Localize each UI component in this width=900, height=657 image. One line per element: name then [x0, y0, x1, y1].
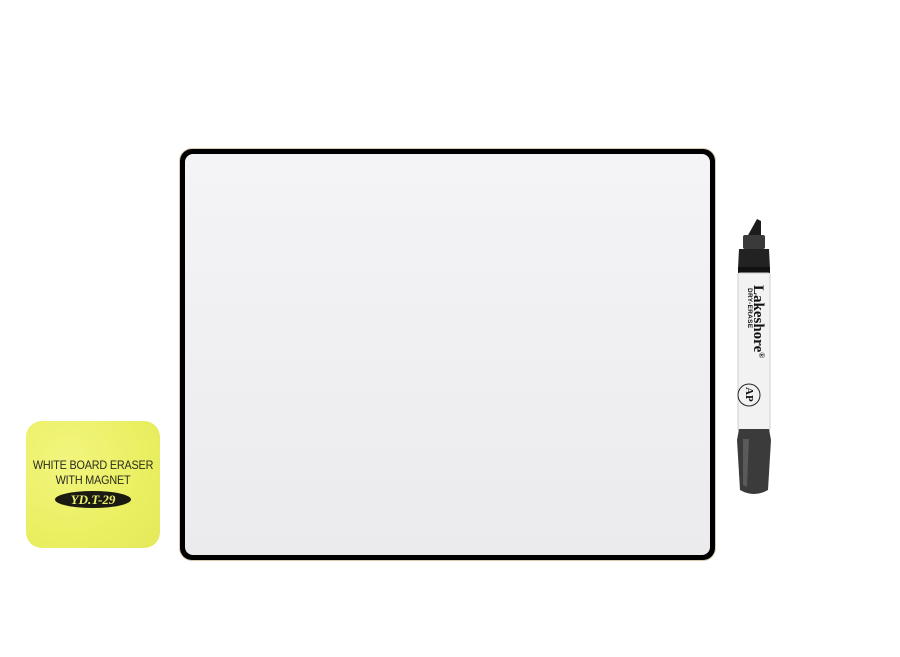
marker-label: Lakeshore® DRY-ERASE AP — [735, 215, 775, 500]
marker-seal-text: AP — [743, 387, 755, 402]
whiteboard — [180, 149, 715, 560]
eraser-label-line1: WHITE BOARD ERASER — [32, 458, 154, 472]
dry-erase-marker: Lakeshore® DRY-ERASE AP — [735, 215, 775, 500]
whiteboard-surface — [185, 154, 710, 555]
marker-subtitle: DRY-ERASE — [746, 288, 753, 329]
eraser-model-badge: YD.T-29 — [55, 491, 131, 508]
product-scene: WHITE BOARD ERASER WITH MAGNET YD.T-29 L… — [0, 0, 900, 657]
eraser: WHITE BOARD ERASER WITH MAGNET YD.T-29 — [26, 421, 160, 548]
marker-brand-mark: ® — [757, 352, 766, 359]
eraser-label-line2: WITH MAGNET — [55, 473, 131, 487]
